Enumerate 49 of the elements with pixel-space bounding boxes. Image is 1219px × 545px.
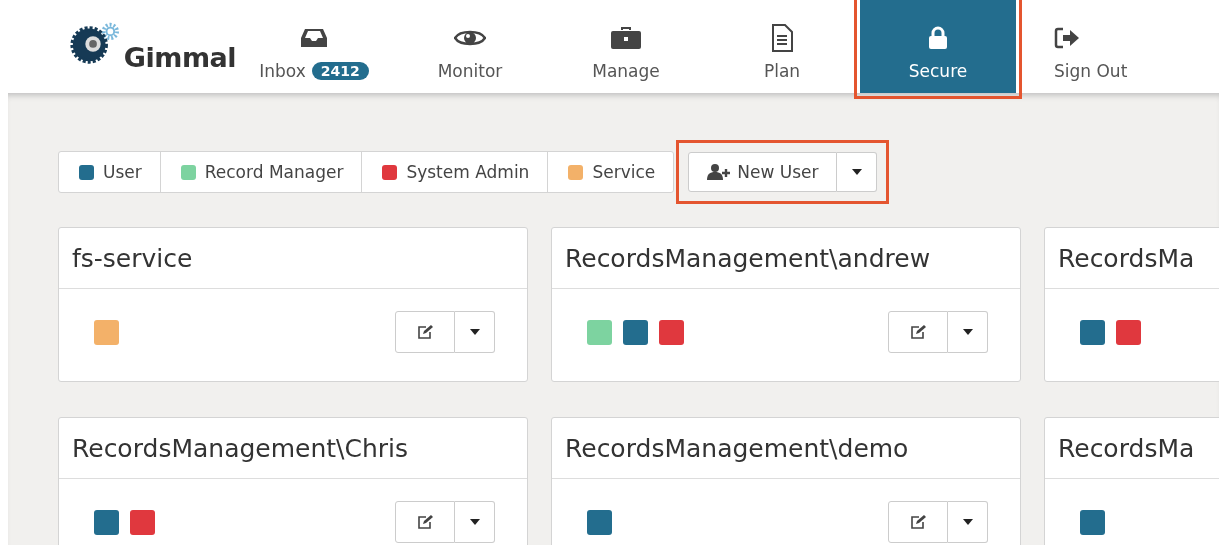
caret-icon (469, 519, 480, 525)
dropdown-button[interactable] (948, 311, 988, 353)
dropdown-button[interactable] (455, 311, 495, 353)
edit-icon (910, 325, 926, 339)
dropdown-button[interactable] (948, 501, 988, 543)
user-name: RecordsMa (1058, 243, 1195, 273)
add-user-icon (707, 164, 732, 180)
role-label: User (103, 162, 142, 182)
sign-out-icon (1054, 27, 1080, 49)
tab-label: Sign Out (1054, 61, 1128, 81)
tab-label: Secure (908, 61, 968, 81)
edit-button[interactable] (888, 311, 948, 353)
user-name: RecordsMa (1058, 433, 1195, 463)
user-name: fs-service (72, 243, 193, 273)
edit-icon (417, 325, 433, 339)
role-label: Service (592, 162, 656, 182)
briefcase-icon (610, 26, 642, 50)
document-icon (771, 24, 793, 52)
nav-tab[interactable]: Plan (704, 0, 860, 93)
inbox-tray-icon (301, 28, 327, 48)
caret-icon (469, 329, 480, 335)
new-user-button[interactable]: New User (688, 152, 838, 192)
nav-tab[interactable]: Sign Out (1016, 0, 1138, 93)
nav-tab[interactable]: Manage (548, 0, 704, 93)
count-badge: 2412 (311, 62, 369, 80)
nav-tab[interactable]: Inbox 2412 (236, 0, 392, 93)
dropdown-button[interactable] (455, 501, 495, 543)
edit-button[interactable] (395, 311, 455, 353)
caret-icon (962, 329, 973, 335)
user-name: RecordsManagement\demo (565, 433, 909, 463)
tab-label: Inbox (259, 61, 306, 81)
dropdown-button[interactable] (837, 152, 878, 192)
edit-button[interactable] (888, 501, 948, 543)
nav-tab[interactable]: Monitor (392, 0, 548, 93)
tab-label: Monitor (437, 61, 503, 81)
tab-label: Plan (763, 61, 801, 81)
user-name: RecordsManagement\andrew (565, 243, 931, 273)
tab-label: Manage (592, 61, 660, 81)
eye-icon (454, 28, 486, 48)
role-label: Record Manager (204, 162, 344, 182)
edit-button[interactable] (395, 501, 455, 543)
lock-icon (928, 26, 948, 50)
caret-icon (851, 169, 862, 175)
logo-text: Gimmal (123, 42, 236, 73)
user-name: RecordsManagement\Chris (72, 433, 409, 463)
caret-icon (962, 519, 973, 525)
role-label: System Admin (406, 162, 530, 182)
edit-icon (910, 515, 926, 529)
edit-icon (417, 515, 433, 529)
